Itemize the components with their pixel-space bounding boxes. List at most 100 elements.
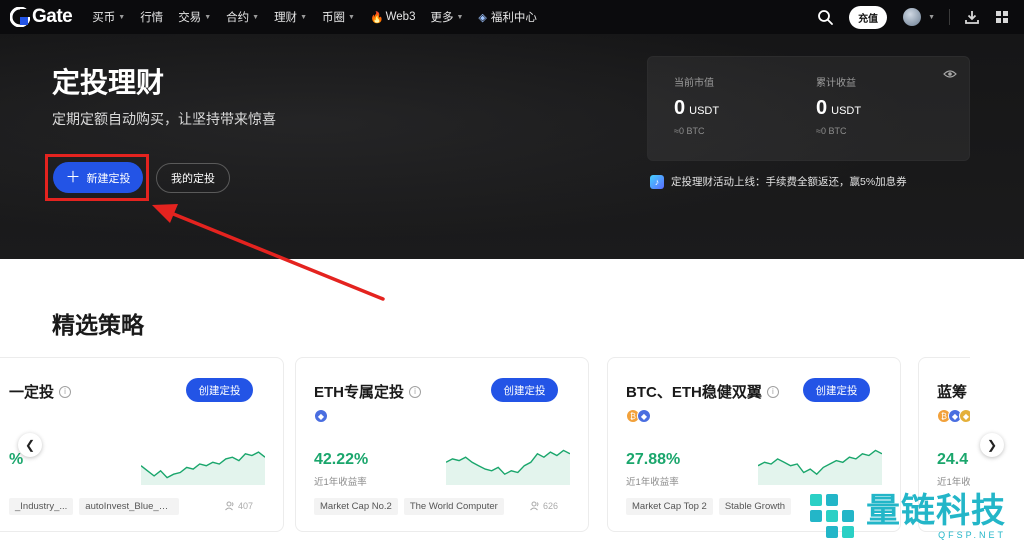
search-icon[interactable] — [817, 9, 833, 25]
return-label: 近1年收益率 — [626, 477, 679, 488]
page: Gate 买币 ▼ 行情 交易 ▼ 合约 ▼ 理财 ▼ 币圈 ▼ 🔥 Web3 更多 ▼ ◈ 福… — [0, 0, 1024, 546]
gate-logo[interactable]: Gate — [10, 6, 73, 28]
return-percent: 24.4 — [937, 451, 969, 468]
info-icon[interactable]: i — [409, 385, 422, 398]
profit-label: 累计收益 — [816, 78, 856, 89]
nav-item-markets[interactable]: 行情 — [140, 9, 163, 25]
nav-item-community[interactable]: 币圈 ▼ — [322, 9, 355, 25]
grid-icon[interactable] — [994, 9, 1010, 25]
carousel-prev-button[interactable]: ❮ — [18, 433, 42, 457]
hero-banner: 定投理财 定期定额自动购买，让坚持带来惊喜 ＋ 新建定投 我的定投 当前市值 0… — [0, 34, 1024, 259]
card-title-text: 蓝筹 — [937, 384, 968, 401]
current-value-number: 0 — [674, 97, 686, 119]
nav-item-buy[interactable]: 买币 ▼ — [92, 9, 125, 25]
tag: The World Computer — [403, 498, 504, 515]
card-title: 蓝筹 — [937, 381, 967, 402]
bnb-coin-icon: ◆ — [959, 409, 970, 423]
nav-item-label: Web3 — [385, 11, 416, 23]
nav-item-label: 更多 — [430, 12, 454, 24]
nav-item-more[interactable]: 更多 ▼ — [430, 9, 463, 25]
caret-down-icon: ▼ — [300, 13, 307, 21]
nav-item-label: 合约 — [226, 12, 250, 24]
nav-item-label: 币圈 — [322, 12, 345, 24]
deposit-button[interactable]: 充值 — [849, 5, 888, 29]
coin-list: ₿ ◆ — [626, 409, 651, 423]
caret-down-icon: ▼ — [204, 13, 212, 21]
page-subtitle: 定期定额自动购买，让坚持带来惊喜 — [52, 111, 276, 127]
eth-coin-icon: ◆ — [637, 409, 651, 423]
nav-item-earn[interactable]: 理财 ▼ — [274, 9, 307, 25]
nav-item-label: 行情 — [140, 12, 164, 24]
nav-right: 充值 ▼ — [817, 0, 1024, 34]
current-value-block: 当前市值 0 USDT ≈0 BTC — [674, 74, 719, 136]
chevron-right-icon: ❯ — [986, 438, 998, 452]
nav-item-label: 理财 — [274, 12, 298, 24]
profit-number: 0 — [816, 97, 828, 119]
card-title: 一定投 i — [9, 381, 72, 402]
watermark-text: 量链科技 QFSP.NET — [866, 492, 1006, 540]
card-title: ETH专属定投 i — [314, 381, 422, 402]
tag: autoInvest_Blue_C... — [79, 498, 180, 515]
current-value-btc: ≈0 BTC — [674, 126, 705, 136]
watermark-logo-icon — [810, 493, 854, 538]
info-icon[interactable]: i — [59, 385, 72, 398]
strategy-card[interactable]: ETH专属定投 i 创建定投 ◆ 42.22% 近1年收益率 Market Cap… — [295, 357, 589, 532]
logo-text: Gate — [32, 6, 73, 27]
return-percent: 27.88% — [626, 451, 681, 468]
tag: Market Cap Top 2 — [626, 498, 713, 515]
create-plan-button[interactable]: 创建定投 — [186, 378, 253, 402]
gate-logo-icon — [10, 7, 30, 27]
caret-down-icon: ▼ — [456, 13, 464, 21]
nav-item-trade[interactable]: 交易 ▼ — [178, 9, 211, 25]
sparkline-area — [446, 450, 570, 485]
user-count: 626 — [530, 501, 558, 511]
profit-block: 累计收益 0 USDT ≈0 BTC — [816, 74, 861, 136]
promo-banner[interactable]: ♪ 定投理财活动上线：手续费全额返还，赢5%加息券 — [650, 174, 907, 189]
card-title-text: ETH专属定投 — [314, 384, 405, 401]
profit-btc: ≈0 BTC — [816, 126, 847, 136]
download-icon[interactable] — [964, 9, 980, 25]
create-plan-button[interactable]: 创建定投 — [491, 378, 558, 402]
nav-menu: 买币 ▼ 行情 交易 ▼ 合约 ▼ 理财 ▼ 币圈 ▼ 🔥 Web3 更多 ▼ ◈ 福利中心 — [92, 9, 552, 25]
users-icon — [225, 501, 234, 511]
watermark-en: QFSP.NET — [938, 529, 1006, 540]
music-note-icon: ♪ — [650, 174, 664, 189]
user-count: 407 — [225, 501, 253, 511]
tag: Market Cap No.2 — [314, 498, 398, 515]
top-nav: Gate 买币 ▼ 行情 交易 ▼ 合约 ▼ 理财 ▼ 币圈 ▼ 🔥 Web3 更多 ▼ ◈ 福… — [0, 0, 1024, 34]
watermark: 量链科技 QFSP.NET — [806, 485, 1024, 546]
chevron-down-icon[interactable]: ▼ — [928, 14, 935, 21]
nav-item-rewards[interactable]: ◈ 福利中心 — [478, 9, 536, 25]
nav-divider — [949, 9, 950, 25]
eth-coin-icon: ◆ — [314, 409, 328, 423]
highlight-box — [45, 154, 149, 201]
card-title-text: 一定投 — [9, 384, 55, 401]
current-value-label: 当前市值 — [674, 78, 714, 89]
card-title-text: BTC、ETH稳健双翼 — [626, 384, 762, 401]
carousel-next-button[interactable]: ❯ — [980, 433, 1004, 457]
promo-text: 定投理财活动上线：手续费全额返还，赢5%加息券 — [671, 176, 907, 188]
return-percent: 42.22% — [314, 451, 369, 468]
avatar[interactable] — [903, 8, 922, 26]
create-plan-button[interactable]: 创建定投 — [803, 378, 870, 402]
current-value-unit: USDT — [689, 105, 720, 117]
caret-down-icon: ▼ — [118, 13, 126, 21]
nav-item-label: 买币 — [92, 12, 116, 24]
assets-panel: 当前市值 0 USDT ≈0 BTC 累计收益 0 USDT ≈0 BTC — [647, 56, 970, 161]
nav-item-futures[interactable]: 合约 ▼ — [226, 9, 259, 25]
coin-list: ₿ ◆ ◆ — [937, 409, 970, 423]
strategy-card[interactable]: 一定投 i 创建定投 % _Industry_... autoInvest_Blu… — [0, 357, 284, 532]
profit-value: 0 USDT — [816, 97, 861, 120]
eye-icon[interactable] — [943, 69, 957, 79]
info-icon[interactable]: i — [766, 385, 779, 398]
my-plans-button[interactable]: 我的定投 — [156, 163, 230, 193]
users-icon — [530, 501, 539, 511]
card-title: BTC、ETH稳健双翼 i — [626, 381, 779, 402]
user-count-text: 407 — [237, 501, 253, 511]
nav-item-label: 福利中心 — [490, 12, 537, 24]
sparkline-area — [141, 452, 265, 485]
nav-item-label: 交易 — [178, 12, 202, 24]
tag-list: _Industry_... autoInvest_Blue_C... — [9, 498, 180, 515]
sparkline — [446, 449, 570, 485]
nav-item-web3[interactable]: 🔥 Web3 — [370, 11, 416, 24]
